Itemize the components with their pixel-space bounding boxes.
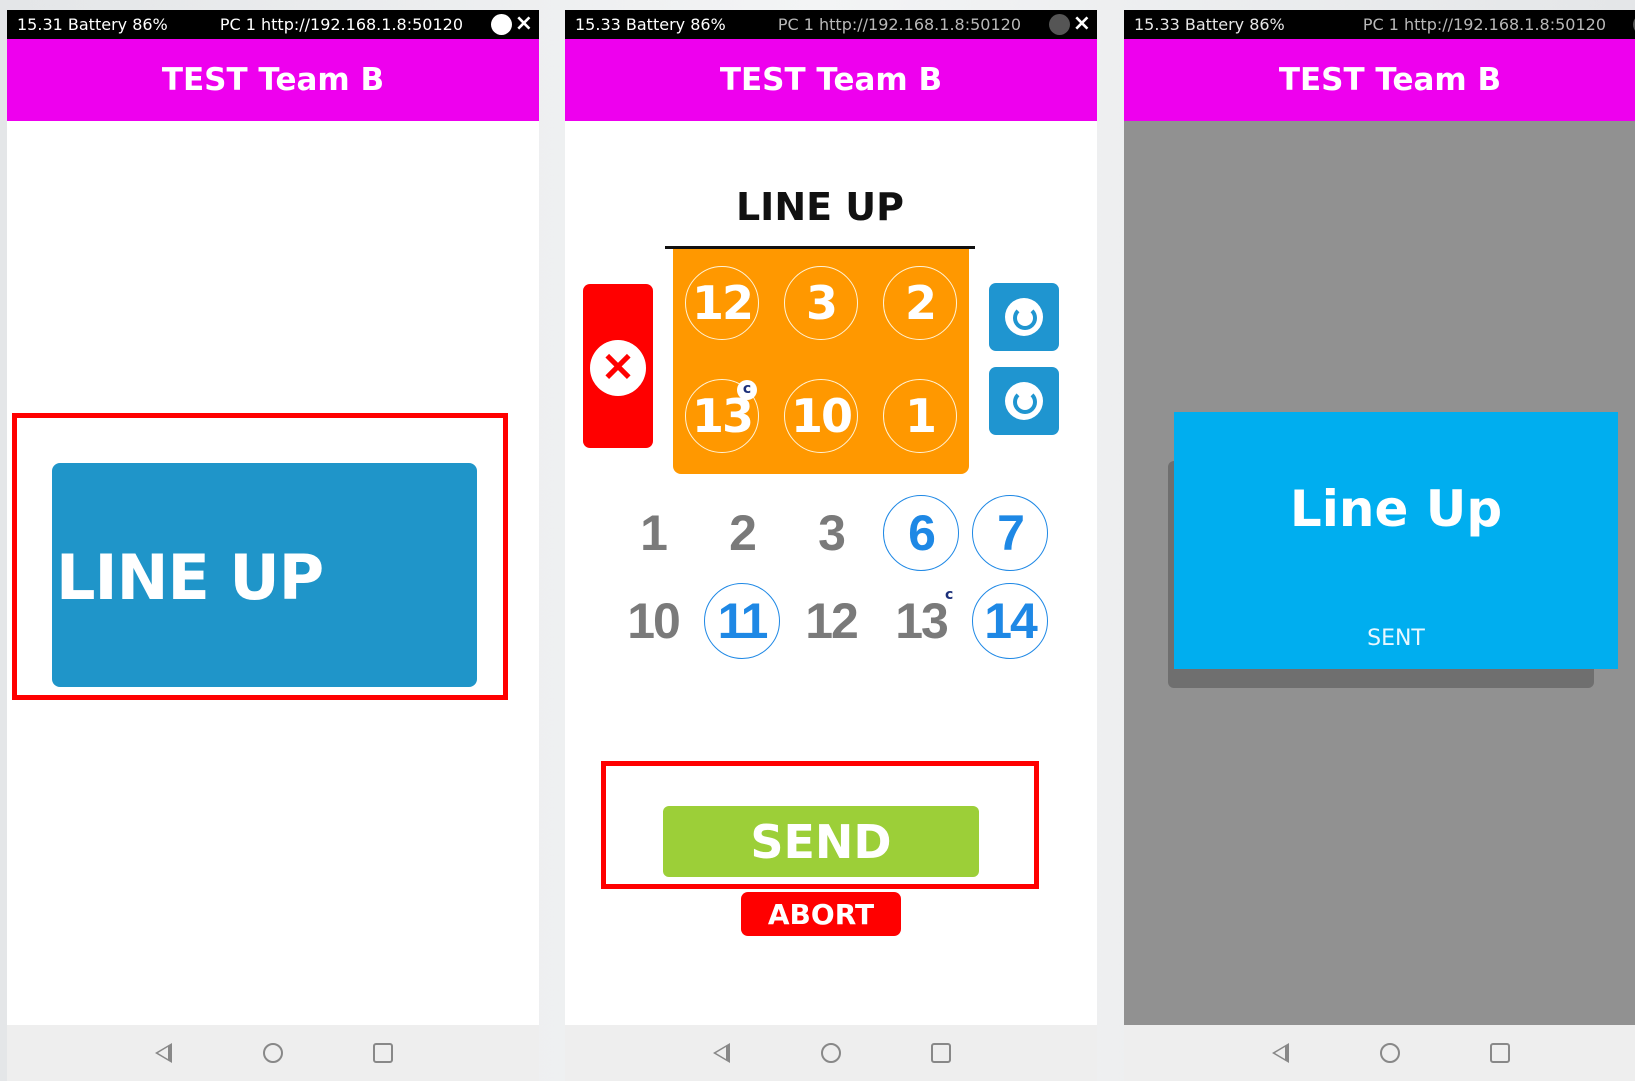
status-connection: PC 1 http://192.168.1.8:50120 [777,15,1021,34]
rotate-forward-button[interactable] [989,367,1059,435]
status-connection: PC 1 http://192.168.1.8:50120 [1362,15,1606,34]
player-number-selected[interactable]: 6 [883,495,959,571]
court-slot[interactable]: 10 [784,379,858,453]
court-slot[interactable]: 2 [883,266,957,340]
court-lineup: 12 3 2 13 c 10 1 [673,249,969,474]
recent-apps-icon[interactable] [931,1043,951,1063]
close-icon[interactable]: × [515,11,533,36]
rotate-back-button[interactable] [989,283,1059,351]
player-number[interactable]: 2 [704,495,780,571]
connection-dot-icon [1049,14,1070,35]
screen-lineup-sent: 15.33 Battery 86% PC 1 http://192.168.1.… [1124,10,1635,1081]
recent-apps-icon[interactable] [373,1043,393,1063]
status-time-battery: 15.33 Battery 86% [1134,15,1285,34]
status-time-battery: 15.31 Battery 86% [17,15,168,34]
nav-bar [565,1025,1097,1081]
nav-bar [1124,1025,1635,1081]
close-icon[interactable]: × [1073,11,1091,36]
back-icon[interactable] [1272,1043,1289,1063]
lineup-button[interactable]: LINE UP [52,463,477,687]
lineup-title: LINE UP [735,185,905,229]
status-time-battery: 15.33 Battery 86% [575,15,726,34]
rotate-counterclockwise-icon [1005,298,1043,336]
dialog-title: Line Up [1289,480,1503,538]
home-icon[interactable] [1380,1043,1400,1063]
rotate-clockwise-icon [1005,382,1043,420]
screen-lineup-editor: 15.33 Battery 86% PC 1 http://192.168.1.… [565,10,1097,1081]
back-icon[interactable] [155,1043,172,1063]
app-title: TEST Team B [1124,39,1635,121]
status-bar: 15.33 Battery 86% PC 1 http://192.168.1.… [565,10,1097,39]
screen-lineup-menu: 15.31 Battery 86% PC 1 http://192.168.1.… [7,10,539,1081]
court-slot[interactable]: 3 [784,266,858,340]
home-icon[interactable] [821,1043,841,1063]
connection-dot-icon [491,14,512,35]
back-icon[interactable] [713,1043,730,1063]
player-number[interactable]: 10 [615,583,691,659]
player-number[interactable]: 1 [615,495,691,571]
dialog-message: SENT [1367,626,1425,651]
abort-button[interactable]: ABORT [741,892,901,936]
nav-bar [7,1025,539,1081]
status-bar: 15.31 Battery 86% PC 1 http://192.168.1.… [7,10,539,39]
recent-apps-icon[interactable] [1490,1043,1510,1063]
captain-mark: c [945,587,954,603]
player-number[interactable]: 12 [793,583,869,659]
player-number[interactable]: 3 [793,495,869,571]
close-icon: ✕ [590,340,646,396]
player-number-selected[interactable]: 11 [704,583,780,659]
home-icon[interactable] [263,1043,283,1063]
send-button[interactable]: SEND [663,806,979,877]
player-number-selected[interactable]: 14 [972,583,1048,659]
court-slot[interactable]: 12 [685,266,759,340]
captain-badge: c [737,380,757,400]
app-title: TEST Team B [565,39,1097,121]
app-title: TEST Team B [7,39,539,121]
status-bar: 15.33 Battery 86% PC 1 http://192.168.1.… [1124,10,1635,39]
player-number-selected[interactable]: 7 [972,495,1048,571]
court-slot[interactable]: 1 [883,379,957,453]
clear-lineup-button[interactable]: ✕ [583,284,653,448]
status-connection: PC 1 http://192.168.1.8:50120 [219,15,463,34]
lineup-button-label: LINE UP [56,541,324,614]
sent-dialog[interactable]: Line Up SENT [1174,412,1618,669]
